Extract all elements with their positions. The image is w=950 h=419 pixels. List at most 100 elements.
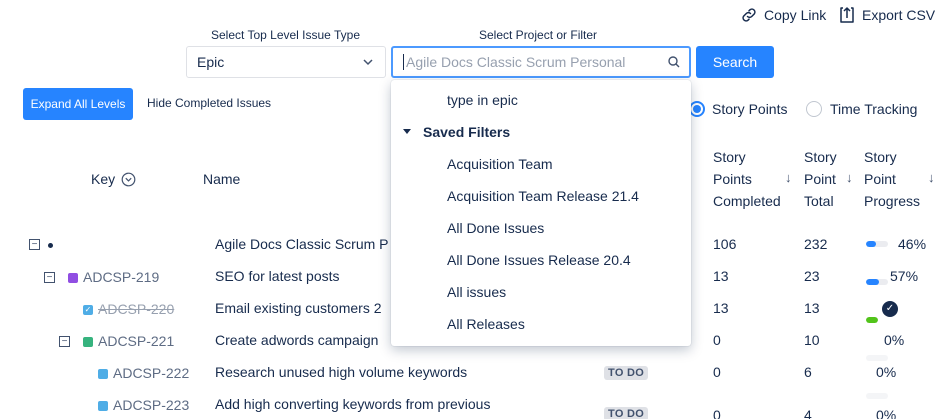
row-progress: 0%: [876, 407, 897, 419]
row-name[interactable]: Add high converting keywords from previo…: [215, 396, 490, 412]
copy-link-button[interactable]: Copy Link: [740, 6, 826, 24]
sp-completed-line-3: Completed: [713, 193, 781, 209]
progress-fill: [866, 241, 877, 247]
status-lozenge: TO DO: [604, 407, 649, 419]
issue-type-select[interactable]: Epic: [186, 46, 386, 78]
row-completed: 13: [713, 268, 729, 284]
project-filter-dropdown: type in epic Saved Filters Acquisition T…: [391, 80, 691, 346]
sort-chevron-icon: [121, 172, 136, 186]
chevron-down-icon: [363, 59, 373, 66]
progress-bar: [866, 355, 888, 361]
dropdown-option[interactable]: Acquisition Team Release 21.4: [447, 188, 639, 204]
project-search-placeholder: Agile Docs Classic Scrum Personal: [406, 54, 626, 70]
sp-progress-line-1: Story: [864, 149, 897, 165]
checkbox-task-icon: ✓: [83, 305, 93, 315]
project-search-input[interactable]: Agile Docs Classic Scrum Personal: [391, 46, 691, 78]
expand-all-levels-button[interactable]: Expand All Levels: [23, 88, 133, 120]
progress-bar: [866, 317, 878, 323]
row-completed: 106: [713, 236, 737, 252]
story-points-label: Story Points: [712, 101, 788, 117]
row-progress: 0%: [884, 332, 905, 348]
issue-key-link[interactable]: ADCSP-222: [113, 365, 189, 381]
time-tracking-label: Time Tracking: [830, 101, 918, 117]
time-tracking-radio[interactable]: Time Tracking: [806, 101, 917, 117]
row-total: 6: [804, 364, 812, 380]
collapse-toggle[interactable]: −: [59, 336, 70, 347]
search-button[interactable]: Search: [696, 46, 774, 78]
project-filter-label: Select Project or Filter: [479, 28, 598, 42]
dropdown-option[interactable]: All Done Issues: [447, 220, 544, 236]
row-completed: 0: [713, 332, 721, 348]
sp-progress-line-2: Point: [864, 171, 896, 187]
export-csv-label: Export CSV: [862, 7, 936, 23]
collapse-toggle[interactable]: −: [29, 239, 40, 250]
hide-completed-issues-toggle[interactable]: Hide Completed Issues: [147, 96, 271, 110]
row-name[interactable]: SEO for latest posts: [215, 268, 340, 284]
row-name[interactable]: Create adwords campaign: [215, 332, 378, 348]
row-completed: 0: [713, 364, 721, 380]
column-header-sp-progress[interactable]: Story Point Progress: [864, 146, 920, 212]
key-header-label: Key: [91, 171, 116, 187]
export-csv-button[interactable]: Export CSV: [838, 6, 935, 24]
issue-type-value: Epic: [197, 54, 225, 70]
sort-down-icon[interactable]: ↓: [846, 170, 853, 185]
time-tracking-radio-dot: [806, 101, 822, 117]
progress-bar: [866, 279, 888, 285]
issue-key-link[interactable]: ADCSP-220: [98, 301, 174, 317]
status-lozenge: TO DO: [604, 366, 649, 380]
story-points-radio-dot: [689, 101, 705, 117]
subtask-icon: [98, 369, 108, 379]
search-icon: [668, 56, 680, 68]
issue-key-link[interactable]: ADCSP-223: [113, 397, 189, 413]
dropdown-hint: type in epic: [447, 92, 518, 108]
link-icon: [742, 8, 756, 22]
copy-link-label: Copy Link: [764, 7, 827, 23]
row-total: 10: [804, 332, 820, 348]
progress-bar: [866, 241, 888, 247]
column-header-sp-total[interactable]: Story Point Total: [804, 146, 837, 212]
epic-icon: [68, 273, 78, 283]
dropdown-option[interactable]: All Done Issues Release 20.4: [447, 252, 631, 268]
complete-check-icon: ✓: [882, 301, 898, 317]
row-progress: 46%: [898, 236, 927, 252]
row-progress: 57%: [890, 268, 919, 284]
sp-total-line-3: Total: [804, 193, 834, 209]
subtask-icon: [98, 401, 108, 411]
row-total: 23: [804, 268, 820, 284]
root-bullet-icon: [48, 243, 53, 248]
issue-type-label: Select Top Level Issue Type: [211, 28, 360, 42]
progress-bar: [866, 393, 888, 399]
issue-key-link[interactable]: ADCSP-219: [83, 269, 159, 285]
sp-completed-line-2: Points: [713, 171, 752, 187]
sp-total-line-1: Story: [804, 149, 837, 165]
sort-down-icon[interactable]: ↓: [928, 170, 935, 185]
row-name[interactable]: Email existing customers 2: [215, 300, 382, 316]
story-icon: [83, 337, 93, 347]
row-progress: 0%: [876, 364, 897, 380]
issue-key-link[interactable]: ADCSP-221: [98, 333, 174, 349]
dropdown-option[interactable]: All issues: [447, 284, 506, 300]
progress-fill: [866, 279, 879, 285]
row-name[interactable]: Agile Docs Classic Scrum P: [215, 236, 389, 252]
row-total: 232: [804, 236, 828, 252]
sort-down-icon[interactable]: ↓: [785, 170, 792, 185]
sp-progress-line-3: Progress: [864, 193, 921, 209]
sp-completed-line-1: Story: [713, 149, 746, 165]
saved-filters-group[interactable]: Saved Filters: [403, 124, 510, 140]
story-points-radio[interactable]: Story Points: [689, 101, 787, 117]
row-completed: 13: [713, 300, 729, 316]
column-header-name[interactable]: Name: [203, 168, 240, 190]
row-name[interactable]: Research unused high volume keywords: [215, 364, 467, 380]
caret-down-icon: [403, 129, 411, 134]
dropdown-option[interactable]: All Releases: [447, 316, 525, 332]
column-header-sp-completed[interactable]: Story Points Completed: [713, 146, 781, 212]
export-icon: [840, 7, 854, 23]
row-total: 13: [804, 300, 820, 316]
dropdown-option[interactable]: Acquisition Team: [447, 156, 553, 172]
row-completed: 0: [713, 407, 721, 419]
saved-filters-label: Saved Filters: [423, 124, 511, 140]
column-header-key[interactable]: Key: [91, 168, 136, 190]
sp-total-line-2: Point: [804, 171, 836, 187]
collapse-toggle[interactable]: −: [44, 272, 55, 283]
row-total: 4: [804, 407, 812, 419]
